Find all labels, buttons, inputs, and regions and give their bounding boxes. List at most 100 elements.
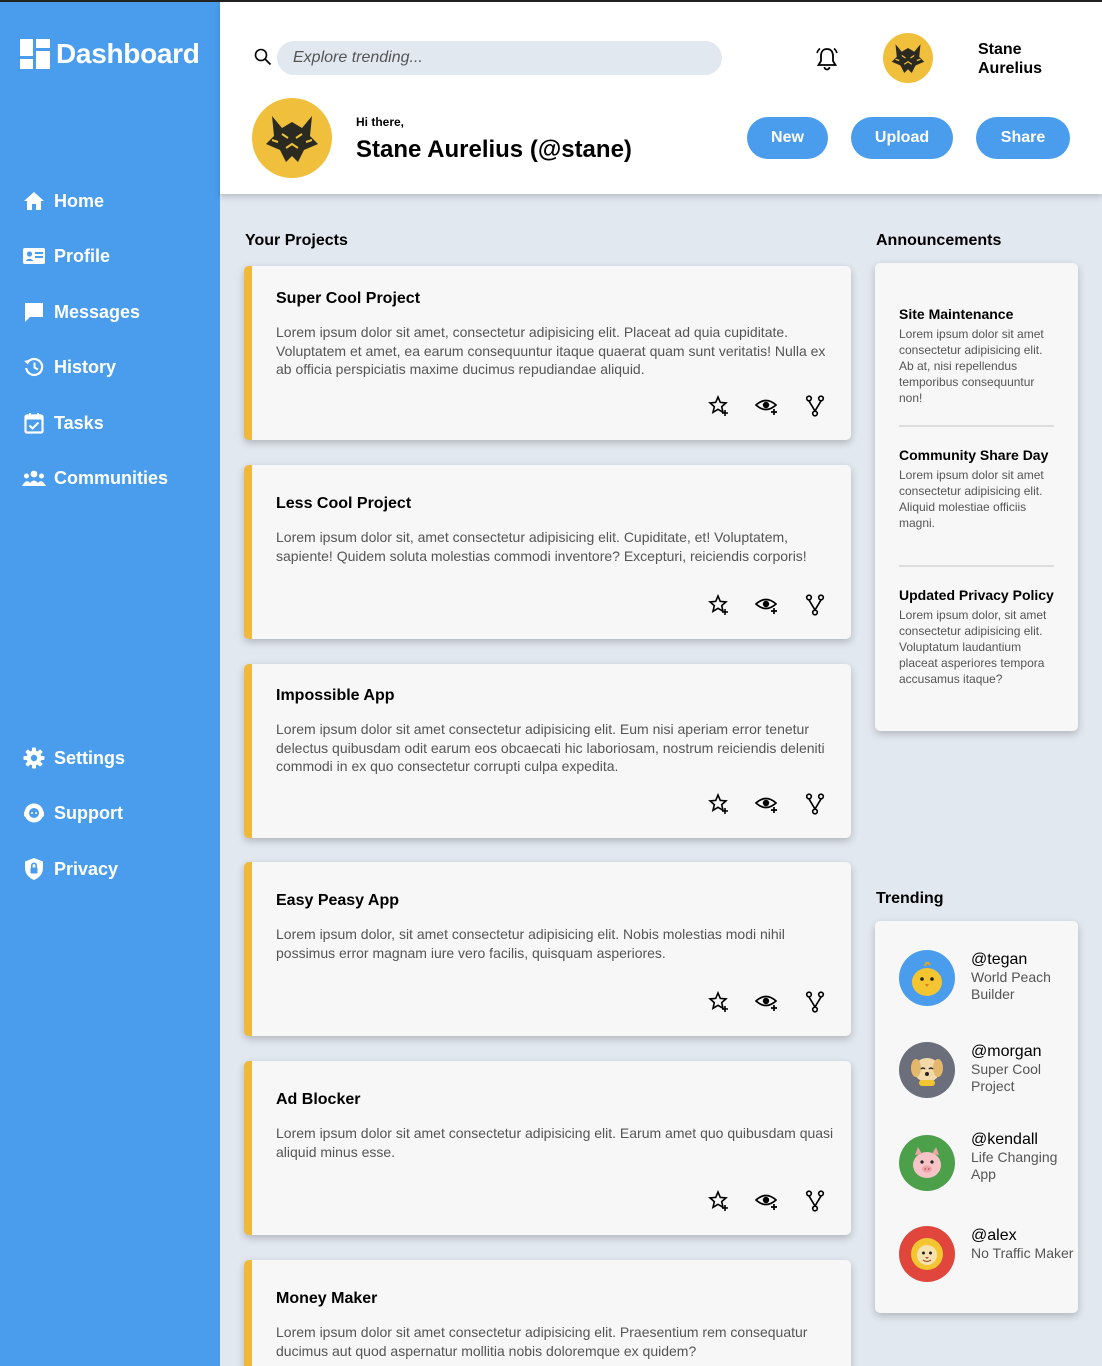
greeting: Hi there, [356,115,405,129]
sidebar-item-support[interactable]: Support [22,801,123,825]
dog-icon [911,1058,943,1086]
trending-desc: World Peach Builder [971,969,1051,1002]
star-add-icon[interactable] [707,394,731,418]
project-actions [707,792,827,816]
trending-desc: No Traffic Maker [971,1245,1074,1261]
trending-item[interactable]: @alex No Traffic Maker [899,1226,1073,1282]
announcement-title: Community Share Day [899,447,1049,463]
message-icon [22,300,46,324]
search-input[interactable] [277,41,722,75]
announcement-item[interactable]: Site Maintenance Lorem ipsum dolor sit a… [899,306,1055,406]
project-description: Lorem ipsum dolor sit amet consectetur a… [276,721,825,774]
announcements-panel: Site Maintenance Lorem ipsum dolor sit a… [875,263,1078,731]
project-description: Lorem ipsum dolor sit, amet consectetur … [276,529,807,564]
project-card[interactable]: Easy Peasy App Lorem ipsum dolor, sit ame… [244,862,851,1036]
trending-heading: Trending [876,890,944,907]
star-add-icon[interactable] [707,792,731,816]
trending-handle: @tegan [971,951,1028,968]
chick-icon [912,961,942,996]
announcement-item[interactable]: Community Share Day Lorem ipsum dolor si… [899,447,1055,531]
fork-icon[interactable] [803,792,827,816]
star-add-icon[interactable] [707,990,731,1014]
pig-icon [913,1147,941,1178]
dashboard-logo-icon [20,39,50,69]
sidebar-item-messages[interactable]: Messages [22,300,140,324]
sidebar-item-label: Settings [54,747,126,768]
announcement-item[interactable]: Updated Privacy Policy Lorem ipsum dolor… [899,587,1055,687]
calendar-check-icon [22,411,46,435]
project-actions [707,593,827,617]
watch-add-icon[interactable] [755,593,779,617]
sidebar-item-label: Privacy [54,858,119,879]
trending-handle: @kendall [971,1131,1038,1148]
shield-lock-icon [22,857,46,881]
sidebar-item-home[interactable]: Home [22,189,104,213]
support-icon [22,801,46,825]
project-actions [707,1189,827,1213]
project-title: Ad Blocker [276,1091,361,1108]
trending-item[interactable]: @morgan Super Cool Project [899,1042,1078,1098]
trending-desc: Life Changing App [971,1149,1058,1182]
fork-icon[interactable] [803,593,827,617]
project-title: Less Cool Project [276,495,412,512]
bell-icon[interactable] [814,46,840,77]
search-icon[interactable] [254,48,272,71]
brand[interactable]: Dashboard [20,38,200,70]
sidebar-item-tasks[interactable]: Tasks [22,411,104,435]
history-icon [22,355,46,379]
project-description: Lorem ipsum dolor sit amet, consectetur … [276,324,826,377]
watch-add-icon[interactable] [755,394,779,418]
announcement-title: Site Maintenance [899,306,1014,322]
trending-item[interactable]: @kendall Life Changing App [899,1130,1078,1191]
sidebar-item-privacy[interactable]: Privacy [22,857,118,881]
project-title: Impossible App [276,687,395,704]
avatar[interactable] [883,33,933,83]
watch-add-icon[interactable] [755,1189,779,1213]
announcement-body: Lorem ipsum dolor sit amet consectetur a… [899,327,1044,405]
sidebar-item-label: Support [54,802,123,823]
gear-icon [22,746,46,770]
project-description: Lorem ipsum dolor sit amet consectetur a… [276,1125,834,1160]
sidebar-item-profile[interactable]: Profile [22,244,110,268]
avatar [899,950,955,1006]
fork-icon[interactable] [803,1189,827,1213]
sidebar-item-settings[interactable]: Settings [22,746,125,770]
project-description: Lorem ipsum dolor sit amet consectetur a… [276,1324,808,1359]
announcement-body: Lorem ipsum dolor sit amet consectetur a… [899,468,1044,530]
sidebar-item-history[interactable]: History [22,355,116,379]
project-card[interactable]: Money Maker Lorem ipsum dolor sit amet co… [244,1260,851,1366]
project-card[interactable]: Ad Blocker Lorem ipsum dolor sit amet con… [244,1061,851,1235]
fork-icon[interactable] [803,990,827,1014]
trending-item[interactable]: @tegan World Peach Builder [899,950,1078,1006]
new-button[interactable]: New [747,117,828,159]
header-username[interactable]: Stane Aurelius [978,40,1068,78]
wolf-icon [891,44,925,73]
star-add-icon[interactable] [707,1189,731,1213]
star-add-icon[interactable] [707,593,731,617]
sidebar-item-label: History [54,356,117,377]
project-actions [707,990,827,1014]
announcements-heading: Announcements [876,232,1002,249]
profile-fullname: Stane Aurelius (@stane) [356,136,632,163]
sidebar: Dashboard Home Profile Messages History … [0,0,220,1366]
profile-avatar[interactable] [252,98,332,178]
avatar [899,1135,955,1191]
project-card[interactable]: Less Cool Project Lorem ipsum dolor sit, … [244,465,851,639]
upload-button[interactable]: Upload [851,117,953,159]
profile-card-icon [22,244,46,268]
share-button[interactable]: Share [976,117,1070,159]
project-card[interactable]: Super Cool Project Lorem ipsum dolor sit … [244,266,851,440]
announcement-body: Lorem ipsum dolor, sit amet consectetur … [899,608,1047,686]
project-title: Money Maker [276,1290,378,1307]
watch-add-icon[interactable] [755,792,779,816]
sidebar-item-label: Tasks [54,412,104,433]
trending-handle: @morgan [971,1043,1042,1060]
brand-title: Dashboard [56,38,200,69]
project-card[interactable]: Impossible App Lorem ipsum dolor sit amet… [244,664,851,838]
fork-icon[interactable] [803,394,827,418]
watch-add-icon[interactable] [755,990,779,1014]
projects-heading: Your Projects [245,232,348,249]
project-title: Super Cool Project [276,290,421,307]
sidebar-item-communities[interactable]: Communities [22,466,168,490]
sidebar-item-label: Communities [54,467,169,488]
